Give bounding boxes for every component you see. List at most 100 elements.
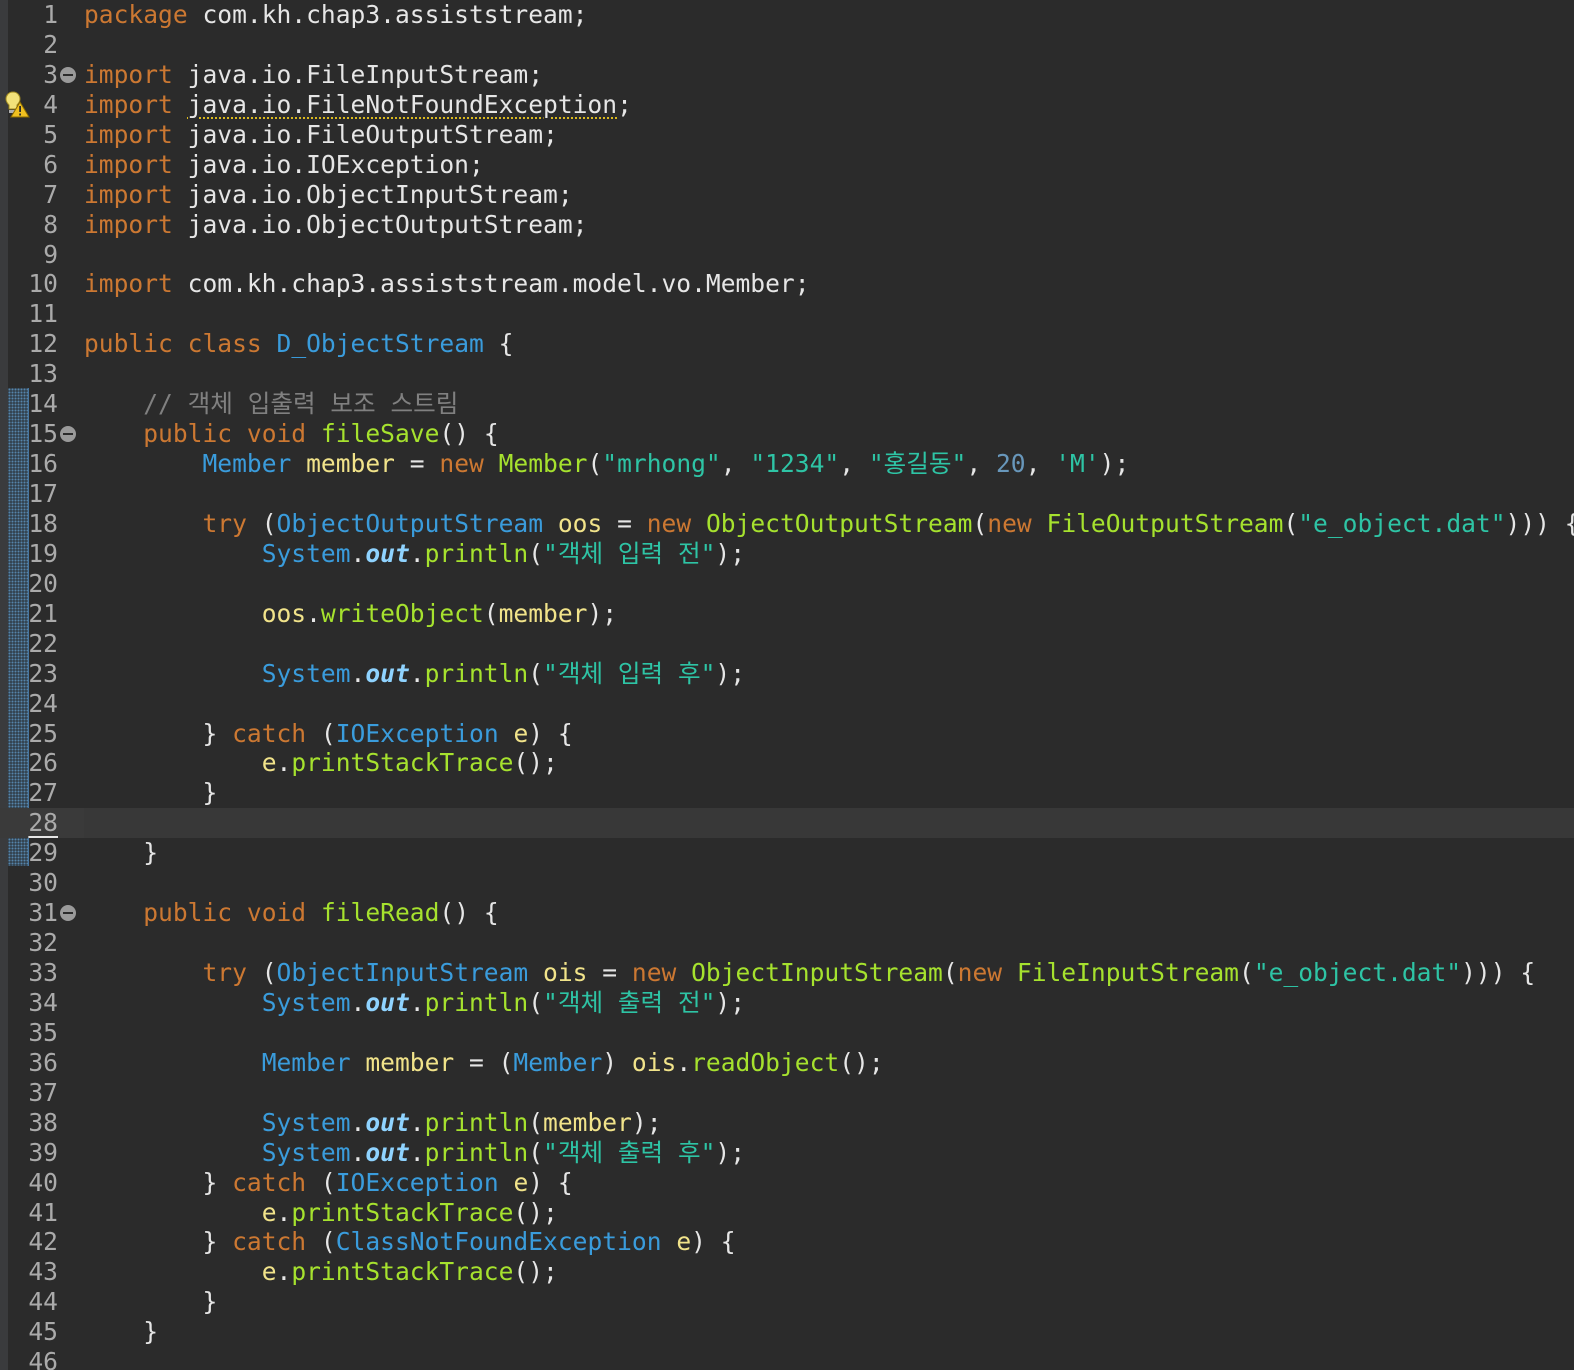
- line-code[interactable]: import java.io.ObjectInputStream;: [84, 180, 573, 210]
- code-line[interactable]: 3 import java.io.FileInputStream;: [0, 60, 1574, 90]
- code-editor[interactable]: 1 package com.kh.chap3.assiststream; 2 3 imp…: [0, 0, 1574, 1370]
- line-number[interactable]: 26: [0, 748, 58, 778]
- code-line[interactable]: 33 try (ObjectInputStream ois = new Obje…: [0, 958, 1574, 988]
- code-line[interactable]: 23 System.out.println("객체 입력 후");: [0, 659, 1574, 689]
- line-code[interactable]: } catch (IOException e) {: [84, 719, 572, 749]
- line-code[interactable]: try (ObjectOutputStream oos = new Object…: [84, 509, 1574, 539]
- line-code[interactable]: }: [84, 838, 158, 868]
- line-code[interactable]: System.out.println("객체 출력 전");: [84, 988, 745, 1018]
- code-line[interactable]: 46: [0, 1347, 1574, 1370]
- line-code[interactable]: import java.io.FileNotFoundException;: [84, 90, 632, 120]
- code-line[interactable]: 37: [0, 1078, 1574, 1108]
- code-line[interactable]: 25 } catch (IOException e) {: [0, 719, 1574, 749]
- code-line[interactable]: 22: [0, 629, 1574, 659]
- code-line[interactable]: 42 } catch (ClassNotFoundException e) {: [0, 1227, 1574, 1257]
- code-line[interactable]: 16 Member member = new Member("mrhong", …: [0, 449, 1574, 479]
- line-number[interactable]: 21: [0, 599, 58, 629]
- code-line[interactable]: 27 }: [0, 778, 1574, 808]
- code-line[interactable]: 11: [0, 299, 1574, 329]
- line-number[interactable]: 22: [0, 629, 58, 659]
- line-number[interactable]: 7: [0, 180, 58, 210]
- line-number[interactable]: 6: [0, 150, 58, 180]
- line-number[interactable]: 16: [0, 449, 58, 479]
- code-line[interactable]: 7 import java.io.ObjectInputStream;: [0, 180, 1574, 210]
- line-number[interactable]: 27: [0, 778, 58, 808]
- line-number[interactable]: 45: [0, 1317, 58, 1347]
- collapse-fold-icon[interactable]: [60, 66, 76, 83]
- line-number[interactable]: 17: [0, 479, 58, 509]
- line-number[interactable]: 43: [0, 1257, 58, 1287]
- line-number[interactable]: 34: [0, 988, 58, 1018]
- code-line[interactable]: 1 package com.kh.chap3.assiststream;: [0, 0, 1574, 30]
- line-code[interactable]: Member member = new Member("mrhong", "12…: [84, 449, 1129, 479]
- code-line[interactable]: 32: [0, 928, 1574, 958]
- code-line[interactable]: 26 e.printStackTrace();: [0, 748, 1574, 778]
- line-code[interactable]: package com.kh.chap3.assiststream;: [84, 0, 587, 30]
- code-line[interactable]: 13: [0, 359, 1574, 389]
- line-code[interactable]: // 객체 입출력 보조 스트림: [84, 389, 458, 419]
- line-number[interactable]: 14: [0, 389, 58, 419]
- line-number[interactable]: 23: [0, 659, 58, 689]
- line-code[interactable]: import java.io.IOException;: [84, 150, 484, 180]
- line-number[interactable]: 1: [0, 0, 58, 30]
- line-code[interactable]: } catch (IOException e) {: [84, 1168, 572, 1198]
- line-number[interactable]: 46: [0, 1347, 58, 1370]
- line-number[interactable]: 38: [0, 1108, 58, 1138]
- code-line[interactable]: 28: [0, 808, 1574, 839]
- code-line[interactable]: 39 System.out.println("객체 출력 후");: [0, 1138, 1574, 1168]
- line-number[interactable]: 29: [0, 838, 58, 868]
- line-code[interactable]: e.printStackTrace();: [84, 748, 558, 778]
- line-code[interactable]: oos.writeObject(member);: [84, 599, 617, 629]
- line-code[interactable]: try (ObjectInputStream ois = new ObjectI…: [84, 958, 1535, 988]
- code-line[interactable]: 38 System.out.println(member);: [0, 1108, 1574, 1138]
- code-line[interactable]: 30: [0, 868, 1574, 898]
- line-number[interactable]: 42: [0, 1227, 58, 1257]
- code-line[interactable]: 45 }: [0, 1317, 1574, 1347]
- line-number[interactable]: 15: [0, 419, 58, 449]
- line-code[interactable]: public class D_ObjectStream {: [84, 329, 513, 359]
- line-code[interactable]: System.out.println("객체 입력 후");: [84, 659, 745, 689]
- line-number[interactable]: 10: [0, 269, 58, 299]
- collapse-fold-icon[interactable]: [60, 426, 76, 443]
- line-number[interactable]: 18: [0, 509, 58, 539]
- code-lines[interactable]: 1 package com.kh.chap3.assiststream; 2 3 imp…: [0, 0, 1574, 1370]
- line-code[interactable]: import java.io.ObjectOutputStream;: [84, 210, 587, 240]
- line-number[interactable]: 5: [0, 120, 58, 150]
- line-code[interactable]: }: [84, 778, 217, 808]
- line-number[interactable]: 4: [0, 90, 58, 120]
- line-number[interactable]: 37: [0, 1078, 58, 1108]
- line-code[interactable]: import com.kh.chap3.assiststream.model.v…: [84, 269, 810, 299]
- line-number[interactable]: 9: [0, 240, 58, 270]
- code-line[interactable]: 41 e.printStackTrace();: [0, 1198, 1574, 1228]
- line-code[interactable]: } catch (ClassNotFoundException e) {: [84, 1227, 735, 1257]
- code-line[interactable]: 35: [0, 1018, 1574, 1048]
- line-number[interactable]: 24: [0, 689, 58, 719]
- line-code[interactable]: }: [84, 1287, 217, 1317]
- line-number[interactable]: 30: [0, 868, 58, 898]
- code-line[interactable]: 8 import java.io.ObjectOutputStream;: [0, 210, 1574, 240]
- line-code[interactable]: Member member = (Member) ois.readObject(…: [84, 1048, 884, 1078]
- code-line[interactable]: 9: [0, 240, 1574, 270]
- code-line[interactable]: 10 import com.kh.chap3.assiststream.model…: [0, 269, 1574, 299]
- line-code[interactable]: import java.io.FileOutputStream;: [84, 120, 558, 150]
- code-line[interactable]: 43 e.printStackTrace();: [0, 1257, 1574, 1287]
- line-code[interactable]: e.printStackTrace();: [84, 1257, 558, 1287]
- line-number[interactable]: 11: [0, 299, 58, 329]
- line-number[interactable]: 41: [0, 1198, 58, 1228]
- line-number[interactable]: 8: [0, 210, 58, 240]
- line-number[interactable]: 40: [0, 1168, 58, 1198]
- code-line[interactable]: 29 }: [0, 838, 1574, 868]
- code-line[interactable]: 36 Member member = (Member) ois.readObje…: [0, 1048, 1574, 1078]
- line-number[interactable]: 33: [0, 958, 58, 988]
- code-line[interactable]: 5 import java.io.FileOutputStream;: [0, 120, 1574, 150]
- code-line[interactable]: 19 System.out.println("객체 입력 전");: [0, 539, 1574, 569]
- code-line[interactable]: 4 import java.io.FileNotFoundException;: [0, 90, 1574, 120]
- code-line[interactable]: 24: [0, 689, 1574, 719]
- code-line[interactable]: 6 import java.io.IOException;: [0, 150, 1574, 180]
- line-number[interactable]: 13: [0, 359, 58, 389]
- code-line[interactable]: 44 }: [0, 1287, 1574, 1317]
- line-code[interactable]: System.out.println("객체 입력 전");: [84, 539, 745, 569]
- code-line[interactable]: 2: [0, 30, 1574, 60]
- line-code[interactable]: System.out.println("객체 출력 후");: [84, 1138, 745, 1168]
- line-code[interactable]: }: [84, 1317, 158, 1347]
